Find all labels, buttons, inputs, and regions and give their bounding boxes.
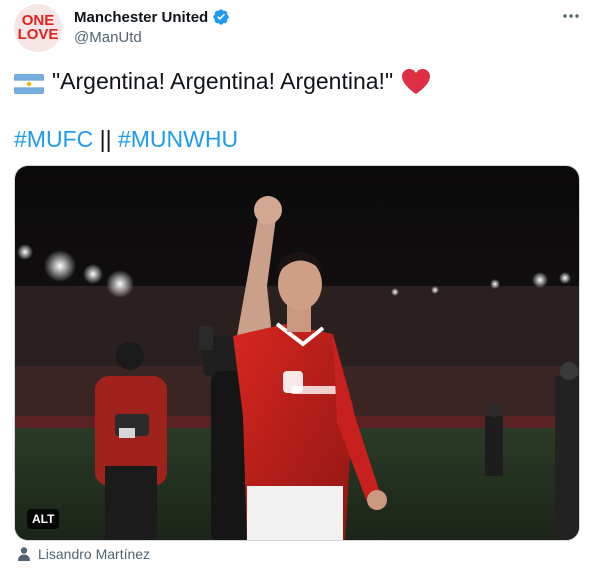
hashtag-row: #MUFC || #MUNWHU bbox=[14, 124, 238, 154]
red-heart-icon bbox=[401, 68, 431, 95]
avatar-logo: ONE LOVE bbox=[17, 8, 59, 48]
hashtag-separator: || bbox=[99, 126, 118, 152]
tagged-people[interactable]: Lisandro Martínez bbox=[18, 546, 150, 562]
person-icon bbox=[18, 547, 30, 561]
author-name-row[interactable]: Manchester United bbox=[74, 8, 230, 26]
hashtag-munwhu[interactable]: #MUNWHU bbox=[118, 126, 238, 152]
tagged-person-name[interactable]: Lisandro Martínez bbox=[38, 546, 150, 562]
alt-text-badge[interactable]: ALT bbox=[27, 509, 60, 529]
verified-badge-icon bbox=[212, 8, 230, 26]
argentina-flag-icon bbox=[14, 71, 44, 94]
avatar-word-love: LOVE bbox=[17, 26, 59, 43]
hashtag-mufc[interactable]: #MUFC bbox=[14, 126, 93, 152]
stadium-photo bbox=[15, 166, 579, 540]
tweet-photo[interactable]: ALT bbox=[14, 165, 580, 541]
tweet-quote: "Argentina! Argentina! Argentina!" bbox=[52, 68, 394, 94]
more-icon[interactable] bbox=[560, 6, 582, 26]
avatar[interactable]: ONE LOVE bbox=[14, 4, 62, 52]
author-handle[interactable]: @ManUtd bbox=[74, 29, 142, 46]
tweet-card[interactable]: ONE LOVE Manchester United @ManUtd "Arge… bbox=[0, 0, 596, 569]
display-name[interactable]: Manchester United bbox=[74, 9, 208, 26]
tweet-text: "Argentina! Argentina! Argentina!" bbox=[14, 66, 431, 96]
